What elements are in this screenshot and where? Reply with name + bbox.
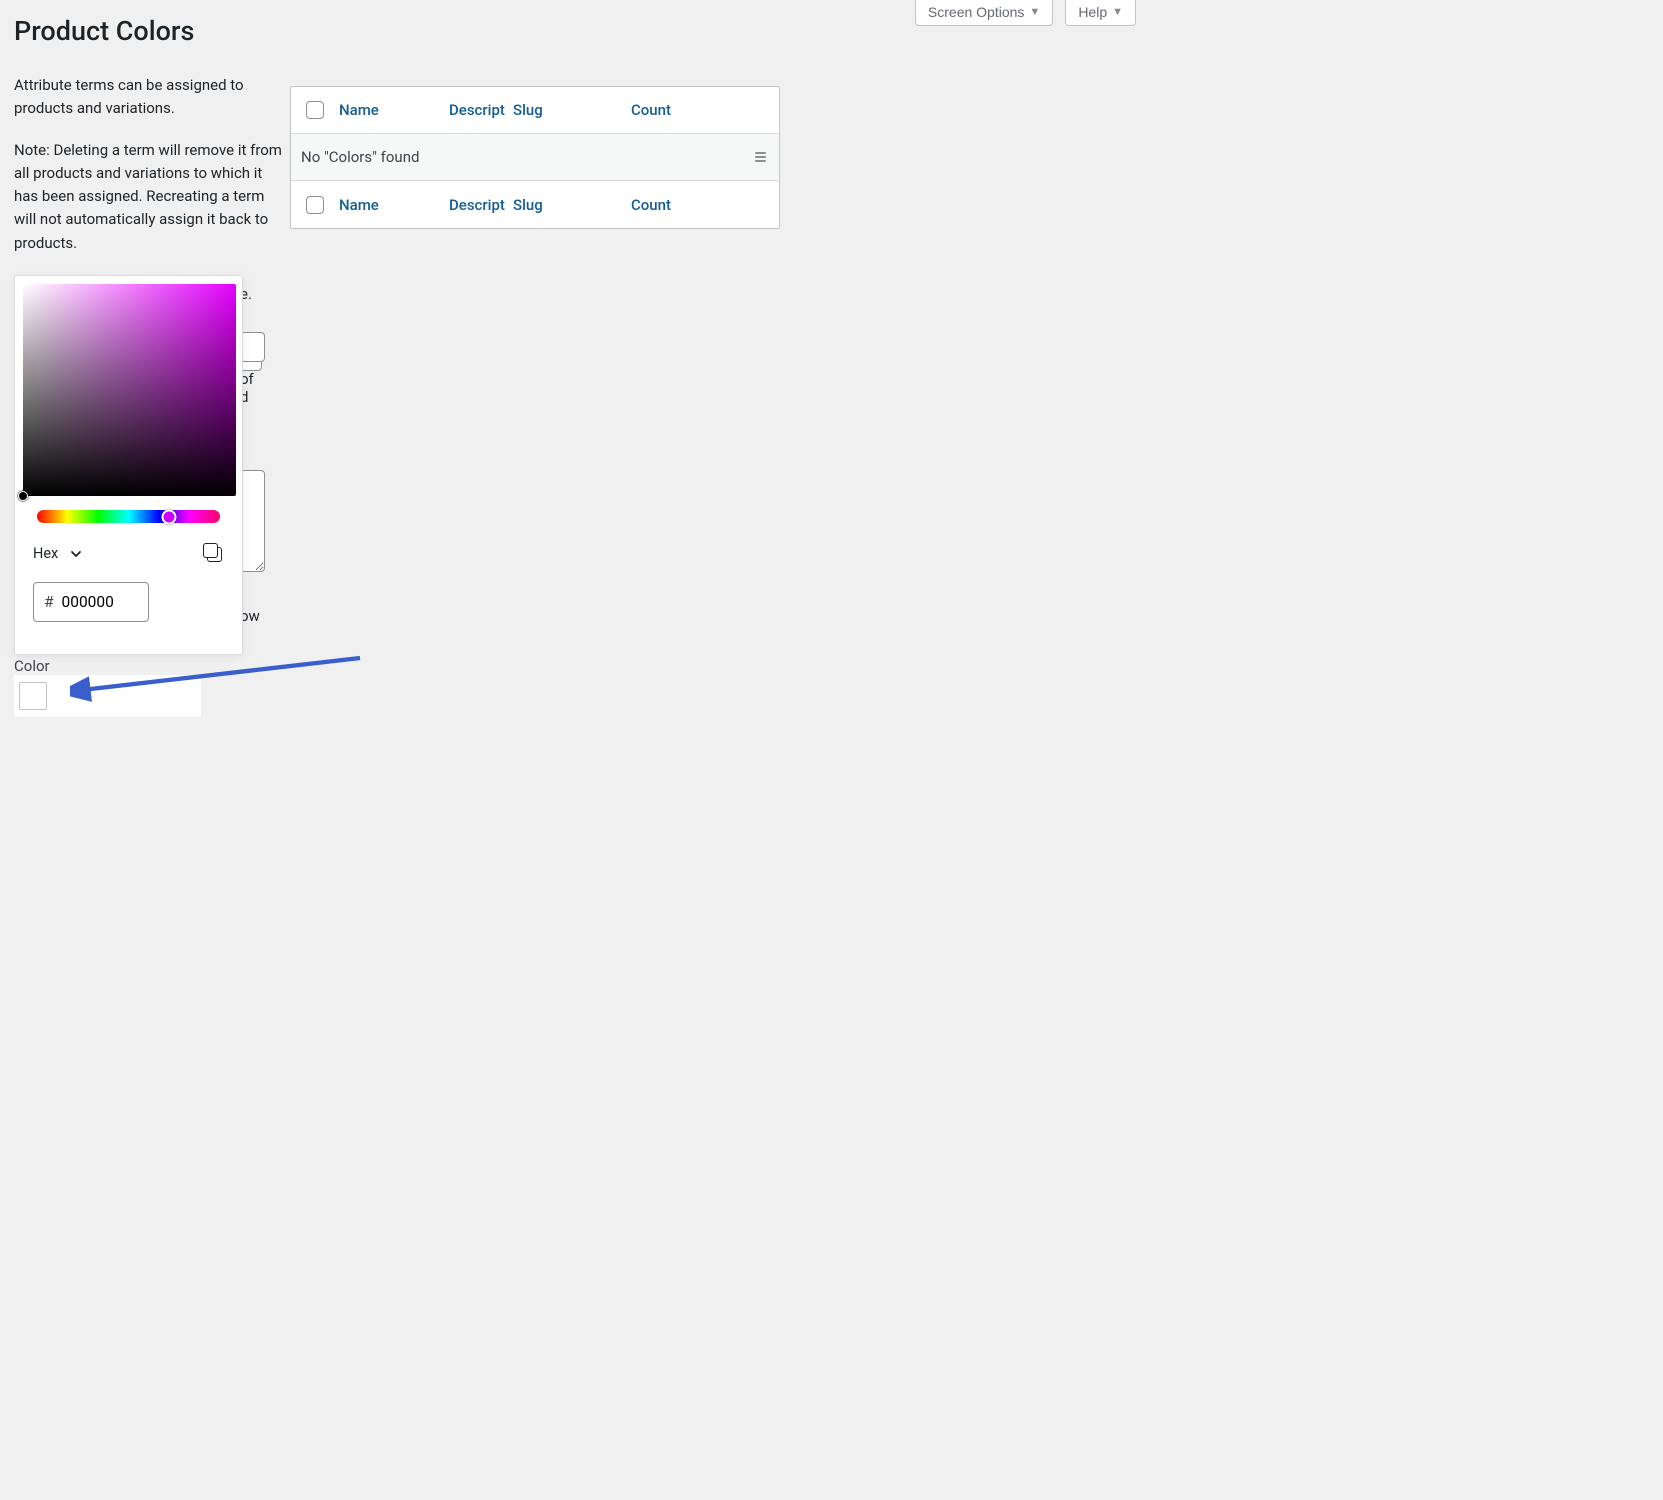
column-header-name[interactable]: Name	[339, 101, 449, 119]
description-textarea-partial[interactable]	[240, 470, 265, 572]
chevron-down-icon: ▼	[1112, 6, 1123, 18]
annotation-arrow-icon	[70, 648, 370, 708]
screen-options-label: Screen Options	[928, 4, 1025, 20]
select-all-checkbox[interactable]	[306, 101, 324, 119]
slug-input-partial[interactable]	[240, 332, 265, 362]
hue-slider[interactable]	[37, 510, 220, 523]
terms-table: Name Descript Slug Count No "Colors" fou…	[290, 86, 780, 229]
help-button[interactable]: Help ▼	[1065, 0, 1136, 26]
table-header-row: Name Descript Slug Count	[291, 87, 779, 134]
chevron-down-icon	[70, 548, 82, 560]
color-picker-popup: Hex #	[14, 275, 243, 655]
table-empty-row: No "Colors" found	[291, 134, 779, 181]
hex-input[interactable]	[62, 593, 132, 611]
column-header-description[interactable]: Descript	[449, 101, 513, 119]
column-header-slug[interactable]: Slug	[513, 101, 631, 119]
select-all-checkbox-footer[interactable]	[306, 196, 324, 214]
column-footer-description[interactable]: Descript	[449, 196, 513, 214]
help-label: Help	[1078, 4, 1107, 20]
chevron-down-icon: ▼	[1029, 6, 1040, 18]
hue-thumb[interactable]	[161, 509, 176, 524]
hash-label: #	[44, 593, 54, 611]
color-cursor[interactable]	[18, 491, 28, 501]
empty-message: No "Colors" found	[301, 148, 419, 166]
screen-options-button[interactable]: Screen Options ▼	[915, 0, 1053, 26]
hex-input-wrap: #	[33, 582, 149, 622]
menu-icon[interactable]	[751, 152, 779, 161]
table-footer-row: Name Descript Slug Count	[291, 181, 779, 228]
column-footer-count[interactable]: Count	[631, 196, 691, 214]
color-mode-select[interactable]: Hex	[33, 545, 82, 562]
note-text: Note: Deleting a term will remove it fro…	[14, 139, 288, 255]
color-mode-label: Hex	[33, 545, 58, 562]
column-header-count[interactable]: Count	[631, 101, 691, 119]
copy-icon[interactable]	[203, 543, 224, 564]
column-footer-slug[interactable]: Slug	[513, 196, 631, 214]
saturation-lightness-canvas[interactable]	[23, 284, 236, 496]
intro-text: Attribute terms can be assigned to produ…	[14, 74, 288, 121]
color-swatch-button[interactable]	[19, 682, 47, 710]
color-field-label: Color	[14, 657, 50, 675]
column-footer-name[interactable]: Name	[339, 196, 449, 214]
page-title: Product Colors	[14, 15, 194, 47]
